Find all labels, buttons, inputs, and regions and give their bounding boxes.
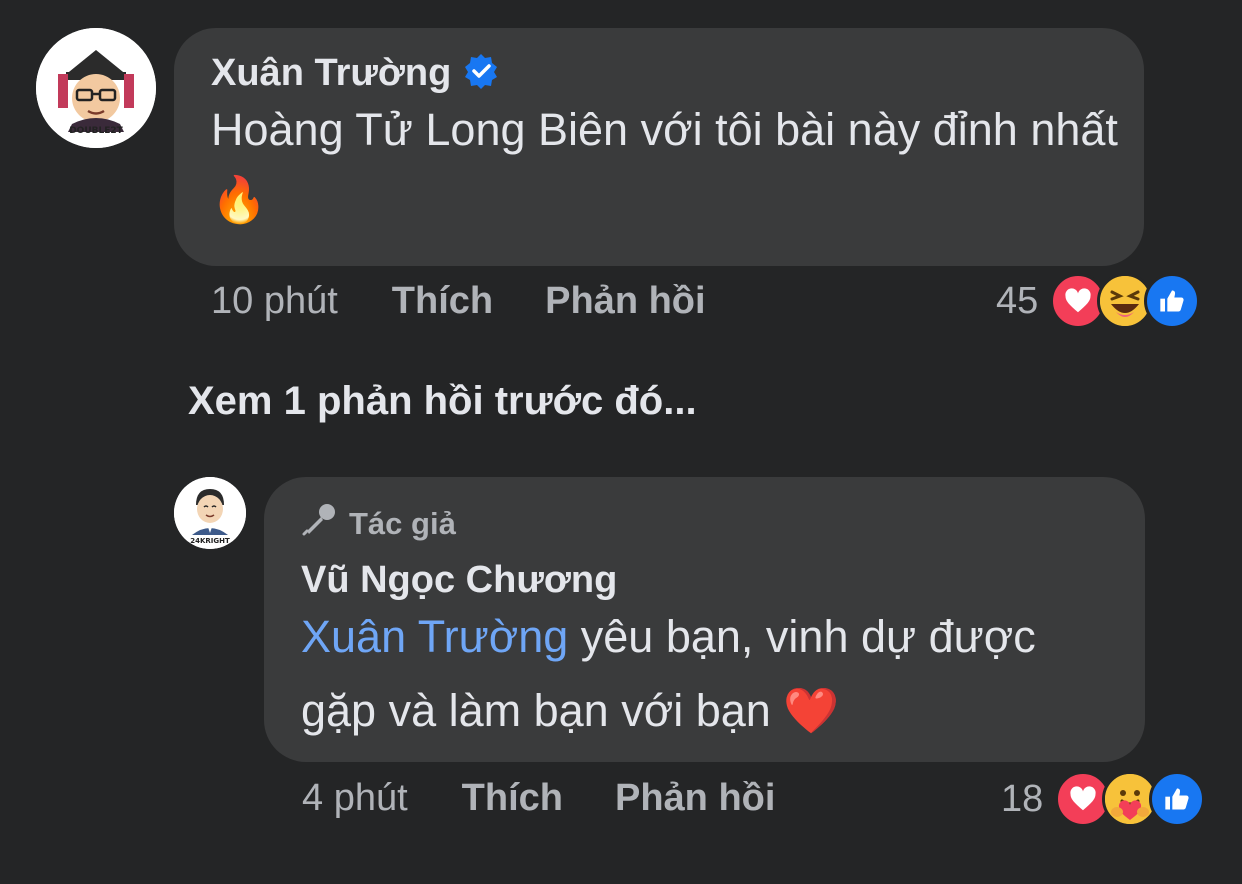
reply-button[interactable]: Phản hồi	[545, 280, 705, 323]
author-badge: Tác giả	[301, 501, 1109, 547]
like-button[interactable]: Thích	[462, 777, 563, 820]
reaction-summary[interactable]: 45	[996, 273, 1201, 329]
mention-link[interactable]: Xuân Trường	[301, 611, 568, 662]
see-previous-replies-link[interactable]: Xem 1 phản hồi trước đó...	[188, 379, 697, 424]
like-button[interactable]: Thích	[392, 280, 493, 323]
fire-emoji: 🔥	[211, 174, 268, 225]
reaction-count: 45	[996, 279, 1039, 322]
avatar[interactable]: 24KRIGHT	[174, 477, 246, 549]
author-badge-label: Tác giả	[349, 506, 456, 541]
comment-body: Hoàng Tử Long Biên với tôi bài này đỉnh …	[211, 104, 1118, 155]
avatar-illustration: DOUBLE2T	[36, 28, 156, 148]
comment-author-name[interactable]: Vũ Ngọc Chương	[301, 559, 1109, 602]
comment-bubble: Xuân Trường Hoàng Tử Long Biên với tôi b…	[174, 28, 1144, 266]
reaction-summary[interactable]: 18	[1001, 771, 1206, 827]
avatar[interactable]: DOUBLE2T	[36, 28, 156, 148]
reaction-icons	[1050, 273, 1201, 329]
like-icon	[1144, 273, 1201, 329]
comment-bubble: Tác giả Vũ Ngọc Chương Xuân Trường yêu b…	[264, 477, 1145, 762]
comment-text: Hoàng Tử Long Biên với tôi bài này đỉnh …	[211, 95, 1121, 235]
reaction-count: 18	[1001, 777, 1044, 820]
comment-timestamp[interactable]: 10 phút	[211, 280, 338, 323]
avatar-logo-text: 24KRIGHT	[190, 537, 230, 545]
comment-thread: DOUBLE2T Xuân Trường Hoàng Tử Long Biên …	[0, 0, 1242, 884]
like-icon	[1149, 771, 1206, 827]
heart-emoji: ❤️	[783, 685, 840, 736]
comment-author-row: Xuân Trường	[211, 52, 1108, 95]
reaction-icons	[1055, 771, 1206, 827]
avatar-logo-text: DOUBLE2T	[69, 126, 123, 136]
comment-actions: 10 phút Thích Phản hồi	[211, 280, 706, 323]
comment-text: Xuân Trường yêu bạn, vinh dự được gặp và…	[301, 600, 1121, 748]
verified-badge-icon	[463, 53, 499, 94]
avatar-illustration: 24KRIGHT	[174, 477, 246, 549]
comment-actions: 4 phút Thích Phản hồi	[302, 777, 775, 820]
comment-author-name[interactable]: Xuân Trường	[211, 52, 451, 95]
comment-timestamp[interactable]: 4 phút	[302, 777, 408, 820]
microphone-icon	[301, 501, 339, 547]
reply-button[interactable]: Phản hồi	[615, 777, 775, 820]
